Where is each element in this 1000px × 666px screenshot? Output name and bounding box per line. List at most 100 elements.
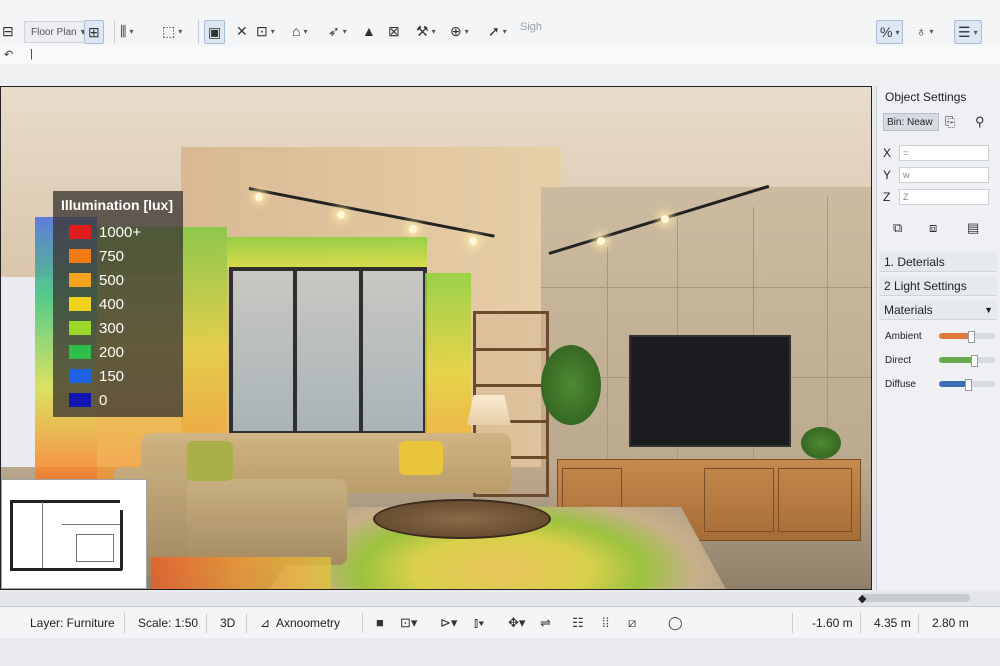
slider-handle[interactable] xyxy=(965,379,972,391)
status-divider xyxy=(124,613,125,633)
legend-label: 200 xyxy=(99,343,125,361)
stair-icon[interactable]: ⌂ ▾ xyxy=(292,20,307,42)
panel-title: Object Settings xyxy=(885,90,967,104)
spotlight xyxy=(661,215,669,223)
floorplan-icon[interactable]: ⊞ xyxy=(84,20,104,44)
slider-handle[interactable] xyxy=(970,355,978,367)
bin-selector[interactable]: Bin: Neaw xyxy=(883,113,939,131)
close-icon[interactable]: ✕ xyxy=(236,20,248,42)
stop-icon[interactable]: ■ xyxy=(376,615,384,630)
3d-toggle[interactable]: 3D xyxy=(220,616,235,630)
minimap-furniture xyxy=(76,534,114,562)
undo-icon[interactable]: ↶ xyxy=(4,48,13,61)
text-icon[interactable]: ▲ xyxy=(362,20,376,42)
view-dropdown[interactable]: Floor Plan ▾ xyxy=(24,21,93,43)
section-light-settings[interactable]: 2 Light Settings xyxy=(879,276,997,296)
section-materials[interactable]: Materials ▼ xyxy=(879,300,997,320)
minimap-wall xyxy=(10,500,120,503)
projection-status[interactable]: Axnoometry xyxy=(276,616,340,630)
z-input[interactable] xyxy=(899,189,989,205)
scroll-handle-icon[interactable]: ◆ xyxy=(858,592,866,605)
status-divider xyxy=(246,613,247,633)
slider-track[interactable] xyxy=(939,355,995,367)
minimap-wall xyxy=(10,500,13,570)
section-deterials[interactable]: 1. Deterials xyxy=(879,252,997,272)
status-divider xyxy=(918,613,919,633)
pillow xyxy=(187,441,233,481)
object-settings-panel: Object Settings Bin: Neaw ⎘ ⚲ X Y Z ⧉ ⧈ … xyxy=(876,86,1000,590)
mic-icon[interactable]: ♁ ▾ xyxy=(916,20,934,42)
legend-entry: 0 xyxy=(69,391,107,409)
frame-icon[interactable]: ⊡▾ xyxy=(400,615,417,631)
slider-label: Direct xyxy=(885,354,912,366)
slider-fill xyxy=(939,381,967,387)
copy-icon[interactable]: ⧈ xyxy=(929,220,937,236)
image-icon[interactable]: ▤ xyxy=(967,220,979,236)
percent-icon[interactable]: % ▾ xyxy=(876,20,904,44)
slider-handle[interactable] xyxy=(967,331,975,343)
rotate-icon[interactable]: ◯ xyxy=(668,615,683,631)
status-divider xyxy=(860,613,861,633)
ambient-slider[interactable]: Ambient xyxy=(885,328,995,344)
roof-icon[interactable]: ➶ ▾ xyxy=(328,20,347,42)
dimension-icon[interactable]: ⊡ ▾ xyxy=(256,20,275,42)
layers-icon[interactable]: ⧉ xyxy=(893,220,902,236)
floorplan-minimap[interactable] xyxy=(1,479,147,589)
document-icon[interactable]: ⎘ xyxy=(945,114,955,130)
sigh-button[interactable]: Sigh xyxy=(520,21,542,33)
x-input[interactable] xyxy=(899,145,989,161)
select-icon[interactable]: ⬚ ▾ xyxy=(162,20,182,42)
3d-viewport[interactable]: Illumination [lux] 1000+ 750 500 400 300… xyxy=(0,86,872,590)
window-mullion xyxy=(359,271,363,431)
legend-title: Illumination [lux] xyxy=(61,197,173,213)
y-label: Y xyxy=(883,168,892,182)
television xyxy=(629,335,791,447)
render-icon[interactable]: ⧄ xyxy=(628,615,636,631)
object-icon[interactable]: ⊕ ▾ xyxy=(450,20,469,42)
view-icon[interactable]: ▣ xyxy=(204,20,226,44)
layer-status[interactable]: Layer: Furniture xyxy=(30,616,115,630)
legend-label: 750 xyxy=(99,247,125,265)
search-icon[interactable]: ⚲ xyxy=(975,114,985,130)
minimap-partition xyxy=(62,524,120,525)
line-icon[interactable]: ➚ ▾ xyxy=(488,20,507,42)
list-icon[interactable]: ☰ ▾ xyxy=(954,20,982,44)
move-icon[interactable]: ✥▾ xyxy=(508,615,525,631)
scale-status[interactable]: Scale: 1:50 xyxy=(138,616,198,630)
y-input[interactable] xyxy=(899,167,989,183)
slider-track[interactable] xyxy=(939,331,995,343)
cut-icon[interactable]: ⊳▾ xyxy=(440,615,457,631)
slider-track[interactable] xyxy=(939,379,995,391)
book-icon[interactable]: ⫾▾ xyxy=(474,615,485,631)
layout-icon[interactable]: ⊟ xyxy=(2,20,14,42)
z-label: Z xyxy=(883,190,891,204)
horizontal-scrollbar[interactable]: ◆ xyxy=(0,592,1000,606)
snap-icon[interactable]: ⇌ xyxy=(540,615,551,631)
coord-z: 2.80 m xyxy=(932,616,969,630)
coord-x: -1.60 m xyxy=(812,616,853,630)
legend-entry: 150 xyxy=(69,367,124,385)
legend-label: 0 xyxy=(99,391,108,409)
slider-fill xyxy=(939,357,973,363)
legend-label: 400 xyxy=(99,295,125,313)
chevron-down-icon[interactable]: ▼ xyxy=(984,305,993,315)
align-icon[interactable]: ☷ xyxy=(572,615,584,631)
wall-seam xyxy=(607,247,608,467)
legend-entry: 500 xyxy=(69,271,124,289)
chart-icon[interactable]: ⊠ xyxy=(388,20,400,42)
tool-icon[interactable]: ⚒ ▾ xyxy=(416,20,436,42)
legend-swatch xyxy=(69,321,91,335)
minimap-wall xyxy=(10,568,122,571)
projection-icon[interactable]: ⊿ xyxy=(260,616,270,630)
window xyxy=(229,267,427,435)
column-icon[interactable]: ⫼ ▾ xyxy=(120,20,133,42)
window-mullion xyxy=(293,271,297,431)
scrollbar-thumb[interactable] xyxy=(860,594,970,602)
materials-label: Materials xyxy=(884,302,933,317)
grid-icon[interactable]: ⁞⁞ xyxy=(602,615,609,630)
diffuse-slider[interactable]: Diffuse xyxy=(885,376,995,392)
secondary-toolbar: ↶ | xyxy=(0,46,1000,65)
legend-swatch xyxy=(69,225,91,239)
direct-slider[interactable]: Direct xyxy=(885,352,995,368)
toolbar-divider xyxy=(198,20,199,44)
